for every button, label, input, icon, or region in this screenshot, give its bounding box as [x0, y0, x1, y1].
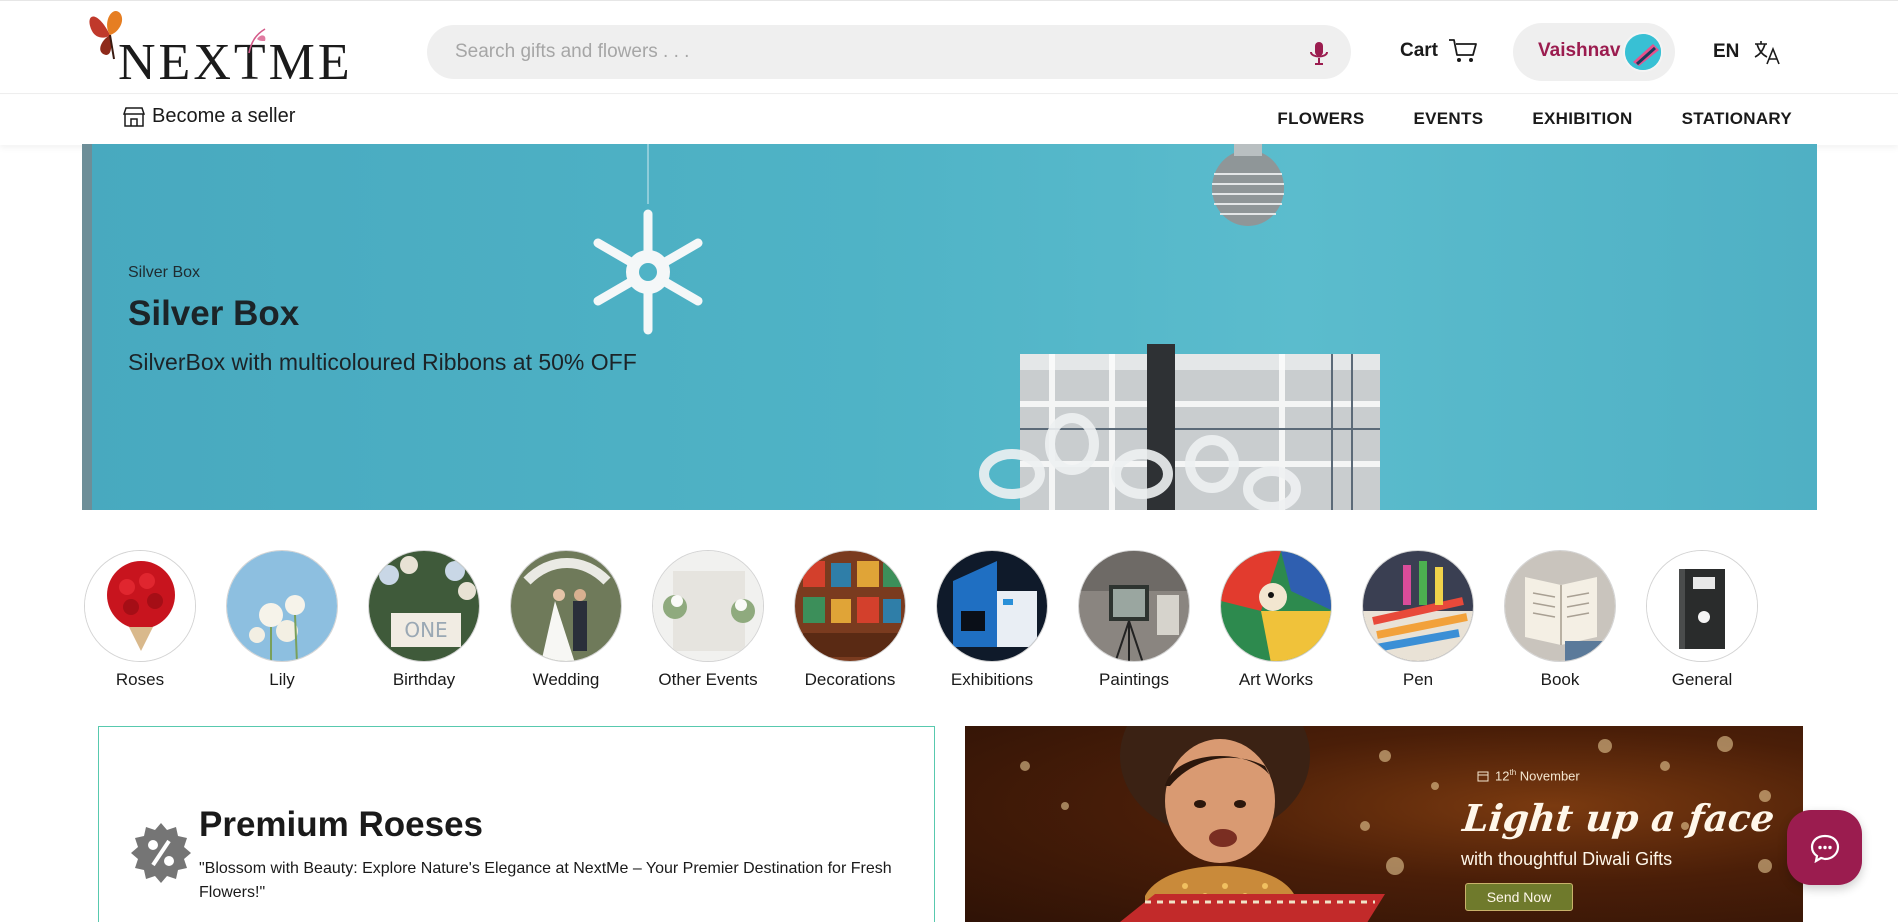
become-seller-label: Become a seller	[152, 105, 296, 127]
category-roses[interactable]: Roses	[82, 550, 198, 690]
avatar	[1623, 32, 1663, 72]
user-name: Vaishnav	[1538, 40, 1621, 61]
category-image	[510, 550, 622, 662]
diwali-date-month: November	[1519, 768, 1580, 784]
category-image	[1078, 550, 1190, 662]
promo-card-premium-roses[interactable]: Premium Roeses "Blossom with Beauty: Exp…	[98, 726, 935, 922]
category-image	[652, 550, 764, 662]
sub-navigation: Become a seller FLOWERS EVENTS EXHIBITIO…	[0, 95, 1898, 145]
svg-text:ONE: ONE	[404, 618, 447, 642]
chat-button[interactable]	[1787, 810, 1862, 885]
user-menu[interactable]: Vaishnav	[1513, 23, 1675, 81]
category-image	[1220, 550, 1332, 662]
category-image	[936, 550, 1048, 662]
category-label: Exhibitions	[950, 670, 1034, 689]
category-label: Book	[1540, 670, 1580, 689]
nav-item-exhibition[interactable]: EXHIBITION	[1532, 109, 1632, 129]
top-header: NEXTME Cart Vaishnav	[0, 0, 1898, 94]
category-image	[794, 550, 906, 662]
category-label: Paintings	[1099, 670, 1169, 689]
brand-wordmark: NEXTME	[118, 34, 353, 91]
category-label: General	[1671, 670, 1733, 689]
calendar-icon	[1477, 771, 1489, 782]
category-image	[1646, 550, 1758, 662]
hero-illustration	[593, 144, 1380, 510]
category-label: Birthday	[392, 670, 456, 689]
main-nav: FLOWERS EVENTS EXHIBITION STATIONARY	[1277, 109, 1792, 129]
diwali-subline: with thoughtful Diwali Gifts	[1461, 849, 1673, 869]
category-label: Pen	[1402, 670, 1434, 689]
category-label: Lily	[269, 670, 295, 689]
category-image	[1504, 550, 1616, 662]
category-decorations[interactable]: Decorations	[792, 550, 908, 690]
category-image	[226, 550, 338, 662]
category-image: ONE	[368, 550, 480, 662]
language-code: EN	[1713, 41, 1740, 62]
category-label: Art Works	[1238, 670, 1314, 689]
category-label: Other Events	[658, 670, 758, 689]
category-label: Decorations	[804, 670, 896, 689]
translate-icon	[1755, 41, 1781, 65]
diwali-date: 12th November	[1477, 768, 1580, 783]
diwali-date-suffix: th	[1509, 768, 1517, 777]
category-lily[interactable]: Lily	[224, 550, 340, 690]
store-icon	[122, 106, 146, 127]
category-paintings[interactable]: Paintings	[1076, 550, 1192, 690]
cart-button[interactable]: Cart	[1400, 35, 1478, 67]
category-book[interactable]: Book	[1502, 550, 1618, 690]
category-label: Wedding	[532, 670, 600, 689]
chat-icon	[1810, 834, 1839, 863]
discount-badge-icon	[131, 823, 191, 883]
diwali-banner[interactable]: 12th November Light up a face with thoug…	[965, 726, 1803, 922]
microphone-icon[interactable]	[1307, 40, 1331, 66]
category-general[interactable]: General	[1644, 550, 1760, 690]
cart-label: Cart	[1400, 40, 1439, 61]
category-carousel: Roses Lily ONE Birthday Wedding Other Ev…	[82, 550, 1782, 690]
category-image	[84, 550, 196, 662]
diwali-date-day: 12	[1495, 768, 1510, 784]
hero-title: Silver Box	[128, 294, 300, 333]
search-bar[interactable]	[427, 25, 1351, 79]
category-label: Roses	[115, 670, 165, 689]
send-now-button[interactable]: Send Now	[1465, 883, 1573, 911]
category-art-works[interactable]: Art Works	[1218, 550, 1334, 690]
category-other-events[interactable]: Other Events	[650, 550, 766, 690]
category-image	[1362, 550, 1474, 662]
language-switcher[interactable]: EN	[1713, 39, 1781, 65]
diwali-headline: Light up a face	[1460, 796, 1777, 840]
brand-logo[interactable]: NEXTME	[86, 5, 356, 89]
category-wedding[interactable]: Wedding	[508, 550, 624, 690]
category-exhibitions[interactable]: Exhibitions	[934, 550, 1050, 690]
become-seller-link[interactable]: Become a seller	[122, 105, 295, 128]
search-input[interactable]	[455, 25, 1275, 79]
hero-banner[interactable]: Silver Box Silver Box SilverBox with mul…	[82, 144, 1817, 510]
category-pen[interactable]: Pen	[1360, 550, 1476, 690]
hero-eyebrow: Silver Box	[128, 264, 201, 281]
flower-sprig-icon	[248, 28, 266, 54]
nav-item-flowers[interactable]: FLOWERS	[1277, 109, 1364, 129]
category-birthday[interactable]: ONE Birthday	[366, 550, 482, 690]
promo-title: Premium Roeses	[199, 805, 484, 844]
nav-item-events[interactable]: EVENTS	[1414, 109, 1484, 129]
cart-icon	[1449, 39, 1477, 62]
hero-subtitle: SilverBox with multicoloured Ribbons at …	[128, 349, 637, 375]
nav-item-stationary[interactable]: STATIONARY	[1682, 109, 1792, 129]
promo-description: "Blossom with Beauty: Explore Nature's E…	[199, 860, 892, 901]
